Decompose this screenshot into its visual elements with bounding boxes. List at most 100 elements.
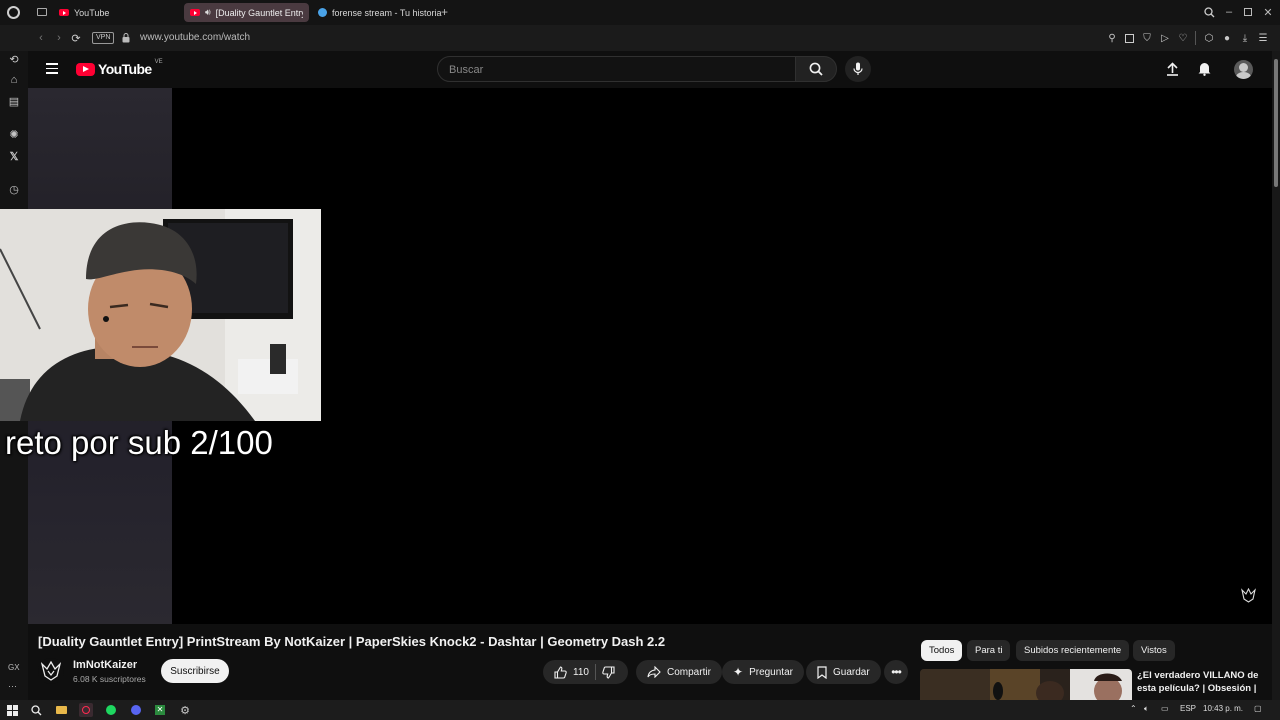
channel-avatar[interactable] [38, 658, 64, 684]
chip-subidos-recientemente[interactable]: Subidos recientemente [1016, 640, 1130, 661]
streamer-webcam-overlay [0, 209, 321, 421]
windows-taskbar: ✕ ⚙ ⌃ 🔈︎ ▭ ESP 10:43 p. m. ▢ [0, 700, 1280, 720]
new-tab-plus-icon[interactable]: + [441, 5, 448, 19]
sparkle-icon: ✦ [733, 665, 744, 679]
opera-gx-logo-icon[interactable] [7, 6, 20, 19]
search-input[interactable]: Buscar [437, 56, 797, 82]
settings-gear-icon[interactable]: ⚙ [178, 703, 192, 717]
reload-icon[interactable]: ⟳ [69, 31, 83, 45]
spotify-icon[interactable] [104, 703, 118, 717]
more-sidebar-icon[interactable]: ··· [8, 681, 17, 691]
notification-center-icon[interactable]: ▢ [1254, 704, 1262, 713]
tab-label: YouTube [74, 7, 110, 18]
youtube-logo-text: YouTube [98, 61, 152, 77]
notifications-bell-icon[interactable] [1198, 61, 1211, 76]
like-dislike-group: 110 [543, 660, 628, 684]
youtube-logo[interactable]: YouTube VE [76, 59, 163, 77]
youtube-header: YouTube VE Buscar [28, 51, 1272, 88]
search-placeholder: Buscar [449, 64, 484, 76]
browser-tab-strip: YouTube 🔊︎ [Duality Gauntlet Entry] fore… [0, 0, 1280, 25]
shield-icon[interactable]: ⛉ [1141, 32, 1153, 44]
channel-logo-icon [41, 661, 61, 681]
bookmarks-icon[interactable]: ⌂ [6, 72, 22, 88]
search-icon [809, 62, 823, 76]
chip-para-ti[interactable]: Para ti [967, 640, 1011, 661]
heart-icon[interactable]: ♡ [1177, 32, 1189, 44]
menu-icon[interactable]: ☰ [1257, 32, 1269, 44]
download-icon[interactable]: ⤓ [1239, 32, 1251, 44]
chatgpt-icon[interactable]: ✺ [6, 126, 22, 142]
search-taskbar-icon[interactable] [29, 703, 43, 717]
opera-gx-taskbar-icon[interactable] [79, 703, 93, 717]
like-count[interactable]: 110 [573, 667, 589, 678]
upload-icon[interactable] [1166, 62, 1179, 76]
subscriber-count: 6.08 K suscriptores [73, 674, 146, 684]
account-avatar[interactable] [1234, 60, 1253, 79]
youtube-favicon-icon [59, 9, 69, 16]
profile-icon[interactable]: ● [1221, 32, 1233, 44]
tab-forense-stream[interactable]: forense stream - Tu historia [312, 3, 442, 22]
tab-overview-icon[interactable] [37, 8, 47, 16]
toolbar-divider [1195, 31, 1196, 45]
play-icon[interactable]: ▷ [1159, 32, 1171, 44]
chip-todos[interactable]: Todos [921, 640, 963, 661]
gx-label[interactable]: GX [8, 663, 20, 672]
snapshot-icon[interactable] [1123, 32, 1135, 44]
speaker-icon[interactable]: 🔊︎ [205, 7, 211, 18]
extensions-icon[interactable]: ⬡ [1203, 32, 1215, 44]
url-field[interactable]: www.youtube.com/watch [140, 32, 250, 43]
chip-vistos[interactable]: Vistos [1133, 640, 1175, 661]
share-button[interactable]: Compartir [636, 660, 722, 684]
voice-search-button[interactable] [845, 56, 871, 82]
back-icon[interactable]: ‹ [34, 31, 48, 45]
more-dots-icon: ••• [891, 665, 902, 679]
network-icon[interactable]: ▭ [1161, 704, 1169, 713]
lock-icon[interactable] [122, 33, 130, 43]
ask-label: Preguntar [749, 666, 793, 678]
channel-watermark-icon[interactable] [1241, 588, 1256, 603]
page-scrollbar[interactable] [1272, 51, 1280, 700]
bookmark-icon [817, 665, 827, 679]
windows-start-icon[interactable] [5, 703, 19, 717]
tab-label: [Duality Gauntlet Entry] [215, 7, 303, 18]
xbox-app-icon[interactable]: ✕ [153, 703, 167, 717]
forward-icon[interactable]: › [52, 31, 66, 45]
scrollbar-thumb[interactable] [1274, 59, 1278, 187]
x-twitter-icon[interactable]: 𝕏 [6, 148, 22, 164]
maximize-icon[interactable] [1241, 5, 1255, 19]
file-explorer-icon[interactable] [54, 703, 68, 717]
address-bar: ‹ › ⟳ VPN www.youtube.com/watch ⚲ ⛉ ▷ ♡ … [0, 25, 1280, 51]
ask-button[interactable]: ✦ Preguntar [722, 660, 804, 684]
recommended-video-title[interactable]: ¿El verdadero VILLANO de esta película? … [1137, 669, 1267, 700]
save-label: Guardar [833, 666, 870, 678]
search-button[interactable] [795, 56, 837, 82]
video-title: [Duality Gauntlet Entry] PrintStream By … [38, 634, 666, 649]
gx-corner-icon[interactable]: ▤ [6, 93, 22, 109]
search-tabs-icon[interactable] [1202, 5, 1216, 19]
close-window-icon[interactable]: ✕ [1261, 5, 1275, 19]
hamburger-menu-icon[interactable] [46, 63, 58, 74]
more-actions-button[interactable]: ••• [884, 660, 908, 684]
minimize-icon[interactable]: – [1222, 5, 1236, 19]
like-thumb-icon[interactable] [554, 665, 567, 679]
channel-name[interactable]: ImNotKaizer [73, 659, 137, 671]
tab-label: forense stream - Tu historia [332, 7, 442, 18]
clock[interactable]: 10:43 p. m. [1203, 704, 1243, 713]
subscribe-button[interactable]: Suscribirse [161, 659, 229, 683]
language-indicator[interactable]: ESP [1180, 704, 1196, 713]
discord-icon[interactable] [129, 703, 143, 717]
tray-chevron-up-icon[interactable]: ⌃ [1130, 704, 1137, 713]
history-icon[interactable]: ◷ [6, 181, 22, 197]
volume-icon[interactable]: 🔈︎ [1144, 704, 1149, 714]
dislike-thumb-icon[interactable] [602, 665, 615, 679]
recommended-video-thumbnail[interactable] [920, 669, 1132, 700]
stream-caption-overlay: reto por sub 2/100 [5, 424, 273, 461]
vpn-badge[interactable]: VPN [92, 32, 115, 44]
tab-current-video[interactable]: 🔊︎ [Duality Gauntlet Entry] [184, 3, 309, 22]
share-arrow-icon [647, 666, 661, 678]
tab-youtube-home[interactable]: YouTube [53, 3, 178, 22]
pin-icon[interactable]: ⚲ [1106, 32, 1118, 44]
globe-favicon-icon [318, 8, 327, 17]
save-button[interactable]: Guardar [806, 660, 881, 684]
speed-dial-icon[interactable]: ⟲ [6, 51, 22, 67]
